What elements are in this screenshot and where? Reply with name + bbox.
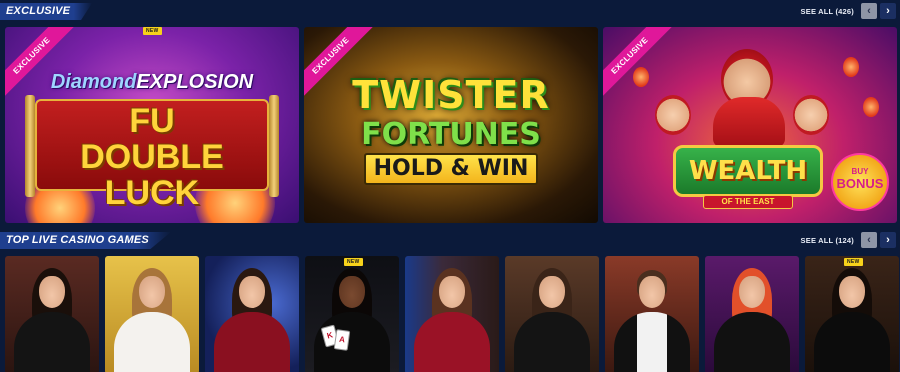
dealer-outfit: [214, 312, 290, 372]
game-title-top: DiamondEXPLOSION: [5, 71, 299, 94]
buy-bonus-badge: BUY BONUS: [831, 153, 889, 211]
exclusive-section-header: EXCLUSIVE SEE ALL (426) ‹ ›: [0, 0, 900, 24]
live-game-tile[interactable]: [5, 256, 99, 372]
live-game-tile[interactable]: [105, 256, 199, 372]
dealer-outfit: [514, 312, 590, 372]
dealer-face: [639, 276, 665, 308]
dealer-outfit: [714, 312, 790, 372]
dealer-outfit: [814, 312, 890, 372]
new-badge: NEW: [344, 258, 363, 266]
game-tile-twister-fortunes[interactable]: EXCLUSIVE TWISTER FORTUNES HOLD & WIN: [304, 27, 598, 223]
dealer-outfit: [14, 312, 90, 372]
game-tile-wealth-of-the-east[interactable]: EXCLUSIVE WEALTH OF THE EAST BUY BONUS: [603, 27, 897, 223]
playing-card-ace: A: [333, 329, 351, 351]
live-casino-section-title: TOP LIVE CASINO GAMES: [0, 232, 171, 249]
live-casino-next-button[interactable]: ›: [880, 232, 896, 248]
lantern-icon: [863, 97, 879, 117]
dealer-outfit: [614, 312, 690, 372]
dealer-face: [139, 276, 165, 308]
exclusive-see-all-link[interactable]: SEE ALL (426): [801, 7, 854, 16]
live-game-tile[interactable]: NEW: [805, 256, 899, 372]
live-casino-prev-button[interactable]: ‹: [861, 232, 877, 248]
live-casino-see-all-link[interactable]: SEE ALL (124): [801, 236, 854, 245]
game-title-main: WEALTH: [673, 145, 823, 197]
child-figure-left: [655, 95, 691, 135]
dealer-face: [839, 276, 865, 308]
dealer-face: [539, 276, 565, 308]
dealer-face: [339, 276, 365, 308]
chevron-right-icon: ›: [886, 233, 890, 246]
game-title-line3: HOLD & WIN: [364, 153, 538, 185]
live-game-tile[interactable]: [705, 256, 799, 372]
dealer-face: [39, 276, 65, 308]
new-badge: NEW: [143, 27, 162, 35]
live-game-tile[interactable]: NEW K A: [305, 256, 399, 372]
exclusive-section-title: EXCLUSIVE: [0, 3, 93, 20]
chevron-left-icon: ‹: [867, 4, 871, 17]
child-figure-right: [793, 95, 829, 135]
dealer-face: [439, 276, 465, 308]
exclusive-prev-button[interactable]: ‹: [861, 3, 877, 19]
buy-bonus-line2: BONUS: [836, 176, 884, 191]
live-game-tile[interactable]: [605, 256, 699, 372]
chevron-right-icon: ›: [886, 4, 890, 17]
buy-bonus-line1: BUY: [851, 167, 869, 176]
live-game-tile[interactable]: [505, 256, 599, 372]
live-game-tile[interactable]: [405, 256, 499, 372]
dealer-outfit: [414, 312, 490, 372]
live-game-tile[interactable]: [205, 256, 299, 372]
game-title-line1: TWISTER: [352, 73, 550, 117]
lantern-icon: [843, 57, 859, 77]
lantern-icon: [633, 67, 649, 87]
game-title-explosion: EXPLOSION: [136, 71, 254, 93]
new-badge: NEW: [844, 258, 863, 266]
exclusive-ribbon: EXCLUSIVE: [603, 27, 676, 102]
dealer-face: [239, 276, 265, 308]
game-tile-fu-double-luck[interactable]: EXCLUSIVE NEW DiamondEXPLOSION FU DOUBLE…: [5, 27, 299, 223]
game-title-main: FU DOUBLE LUCK: [80, 102, 224, 212]
dealer-face: [739, 276, 765, 308]
dealer-outfit: [114, 312, 190, 372]
exclusive-next-button[interactable]: ›: [880, 3, 896, 19]
god-of-wealth-robe: [713, 97, 785, 147]
live-casino-section-header: TOP LIVE CASINO GAMES SEE ALL (124) ‹ ›: [0, 229, 900, 253]
game-title-sub: OF THE EAST: [703, 195, 793, 209]
game-title-diamond: Diamond: [50, 71, 137, 93]
chevron-left-icon: ‹: [867, 233, 871, 246]
game-title-line2: FORTUNES: [361, 117, 541, 152]
